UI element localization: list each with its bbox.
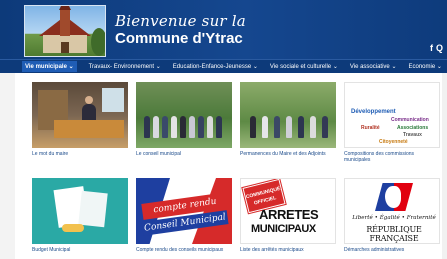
person-figure bbox=[216, 116, 222, 138]
word-cloud-term: Associations bbox=[397, 125, 429, 131]
chevron-down-icon: ⌄ bbox=[436, 64, 442, 70]
card-caption[interactable]: Liste des arrêtés municipaux bbox=[240, 247, 336, 253]
word-cloud-term: Communication bbox=[391, 117, 429, 123]
budget-illustration[interactable] bbox=[32, 178, 128, 244]
facebook-icon[interactable]: f bbox=[430, 43, 433, 53]
nav-label: Vie municipale bbox=[25, 64, 67, 70]
marianne-profile bbox=[385, 186, 401, 208]
site-title-welcome: Bienvenue sur la bbox=[115, 12, 246, 30]
card-caption[interactable]: Le mot du maire bbox=[32, 151, 128, 157]
nav-item-education-enfance-jeunesse[interactable]: Education-Enfance-Jeunesse ⌄ bbox=[173, 63, 258, 70]
person-figure bbox=[153, 116, 159, 138]
main-navigation: Vie municipale ⌄ Travaux- Environnement … bbox=[0, 59, 447, 73]
municipaux-title: MUNICIPAUX bbox=[251, 223, 316, 235]
card-compte-rendu[interactable]: compte rendu Conseil Municipal Compte re… bbox=[136, 178, 232, 253]
word-cloud-term: Développement bbox=[351, 109, 396, 115]
republique-francaise-logo[interactable]: Liberté • Égalité • Fraternité RÉPUBLIQU… bbox=[344, 178, 440, 244]
nav-item-travaux-environnement[interactable]: Travaux- Environnement ⌄ bbox=[89, 63, 161, 70]
person-figure bbox=[250, 116, 256, 138]
person-figure bbox=[322, 116, 328, 138]
left-margin bbox=[0, 73, 15, 259]
person-figure bbox=[180, 116, 186, 138]
nav-label: Economie bbox=[408, 64, 436, 70]
deputies-group-photo[interactable] bbox=[240, 82, 336, 148]
card-commissions[interactable]: Développement Communication Ruralité Ass… bbox=[344, 82, 440, 163]
person-figure bbox=[298, 116, 304, 138]
window-shape bbox=[102, 88, 124, 112]
church-door bbox=[61, 42, 69, 53]
person-figure bbox=[262, 116, 268, 138]
card-caption[interactable]: Compositions des commissions municipales bbox=[344, 151, 440, 163]
card-arretes[interactable]: COMMUNIQUÉ OFFICIEL ARRETES MUNICIPAUX L… bbox=[240, 178, 336, 253]
person-figure bbox=[207, 116, 213, 138]
nav-label: Vie associative bbox=[349, 64, 390, 70]
nav-item-vie-associative[interactable]: Vie associative ⌄ bbox=[350, 63, 397, 70]
nav-item-vie-sociale-culturelle[interactable]: Vie sociale et culturelle ⌄ bbox=[270, 63, 338, 70]
card-mot-du-maire[interactable]: Le mot du maire bbox=[32, 82, 128, 157]
word-cloud-term: Ruralité bbox=[361, 125, 380, 131]
nav-item-vie-municipale[interactable]: Vie municipale ⌄ bbox=[22, 61, 77, 72]
person-figure bbox=[162, 116, 168, 138]
card-demarches[interactable]: Liberté • Égalité • Fraternité RÉPUBLIQU… bbox=[344, 178, 440, 253]
commissions-word-cloud[interactable]: Développement Communication Ruralité Ass… bbox=[344, 82, 440, 148]
word-cloud-term: Travaux bbox=[403, 132, 422, 138]
card-caption[interactable]: Démarches administratives bbox=[344, 247, 440, 253]
chevron-down-icon: ⌄ bbox=[332, 64, 338, 70]
social-links: f Q bbox=[430, 43, 443, 53]
card-conseil-municipal[interactable]: Le conseil municipal bbox=[136, 82, 232, 157]
card-caption[interactable]: Budget Municipal bbox=[32, 247, 128, 253]
document-shape bbox=[78, 190, 108, 228]
council-group-photo[interactable] bbox=[136, 82, 232, 148]
card-caption[interactable]: Le conseil municipal bbox=[136, 151, 232, 157]
mayor-office-photo[interactable] bbox=[32, 82, 128, 148]
person-figure bbox=[171, 116, 177, 138]
republic-name: RÉPUBLIQUE FRANÇAISE bbox=[366, 225, 422, 243]
compte-rendu-banner[interactable]: compte rendu Conseil Municipal bbox=[136, 178, 232, 244]
chevron-down-icon: ⌄ bbox=[68, 64, 74, 70]
person-figure bbox=[144, 116, 150, 138]
tree-shape bbox=[91, 28, 105, 56]
arretes-illustration[interactable]: COMMUNIQUÉ OFFICIEL ARRETES MUNICIPAUX bbox=[240, 178, 336, 244]
nav-label: Vie sociale et culturelle bbox=[269, 64, 332, 70]
card-budget[interactable]: Budget Municipal bbox=[32, 178, 128, 253]
person-figure bbox=[310, 116, 316, 138]
search-icon[interactable]: Q bbox=[436, 43, 443, 53]
site-title-commune: Commune d'Ytrac bbox=[115, 30, 243, 47]
mayor-head bbox=[85, 96, 93, 104]
church-photo[interactable] bbox=[24, 5, 106, 57]
nav-item-economie[interactable]: Economie ⌄ bbox=[408, 63, 441, 70]
arretes-title: ARRETES bbox=[259, 207, 319, 222]
nav-label: Education-Enfance-Jeunesse bbox=[172, 64, 252, 70]
card-caption[interactable]: Compte rendu des conseils municipaux bbox=[136, 247, 232, 253]
church-spire bbox=[59, 6, 71, 10]
site-header: Bienvenue sur la Commune d'Ytrac f Q bbox=[0, 0, 447, 59]
person-figure bbox=[274, 116, 280, 138]
person-figure bbox=[286, 116, 292, 138]
nav-label: Travaux- Environnement bbox=[88, 64, 155, 70]
card-caption[interactable]: Permanences du Maire et des Adjoints bbox=[240, 151, 336, 157]
person-figure bbox=[198, 116, 204, 138]
person-figure bbox=[189, 116, 195, 138]
desk-shape bbox=[54, 120, 124, 138]
coins-shape bbox=[62, 224, 84, 232]
chevron-down-icon: ⌄ bbox=[391, 64, 397, 70]
church-tower bbox=[60, 8, 70, 36]
card-permanences[interactable]: Permanences du Maire et des Adjoints bbox=[240, 82, 336, 157]
scrollbar[interactable] bbox=[442, 73, 447, 259]
republic-motto: Liberté • Égalité • Fraternité bbox=[352, 215, 436, 221]
chevron-down-icon: ⌄ bbox=[155, 64, 161, 70]
word-cloud-term: Citoyenneté bbox=[379, 139, 408, 145]
chevron-down-icon: ⌄ bbox=[252, 64, 258, 70]
